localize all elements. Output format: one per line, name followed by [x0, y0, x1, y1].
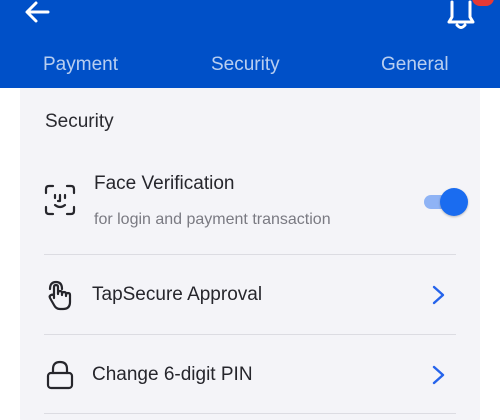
top-app-bar: Payment Security General	[0, 0, 500, 88]
tapsecure-approval-row[interactable]: TapSecure Approval	[44, 256, 456, 334]
section-title: Security	[45, 111, 114, 132]
face-verification-row[interactable]: Face Verification for login and payment …	[44, 160, 468, 254]
notifications-button[interactable]	[442, 0, 480, 30]
tapsecure-approval-title: TapSecure Approval	[92, 284, 263, 305]
change-pin-row[interactable]: Change 6-digit PIN	[44, 336, 456, 414]
face-scan-icon	[44, 184, 76, 216]
arrow-left-icon	[25, 1, 50, 23]
back-button[interactable]	[24, 0, 54, 24]
tab-payment[interactable]: Payment	[43, 50, 118, 80]
change-pin-title: Change 6-digit PIN	[92, 364, 253, 385]
chevron-right-icon	[432, 365, 445, 385]
tab-general[interactable]: General	[381, 50, 449, 80]
chevron-right-icon	[432, 285, 445, 305]
lock-icon	[46, 360, 74, 390]
divider	[44, 334, 456, 335]
face-verification-subtitle: for login and payment transaction	[94, 211, 331, 228]
bell-icon	[447, 0, 475, 29]
tap-hand-icon	[48, 280, 72, 311]
tab-security[interactable]: Security	[211, 50, 280, 80]
face-verification-toggle[interactable]	[422, 188, 468, 216]
tab-bar: Payment Security General	[0, 50, 500, 80]
divider	[44, 413, 456, 414]
face-verification-title: Face Verification	[94, 173, 235, 194]
divider	[44, 254, 456, 255]
toggle-knob	[440, 188, 468, 216]
